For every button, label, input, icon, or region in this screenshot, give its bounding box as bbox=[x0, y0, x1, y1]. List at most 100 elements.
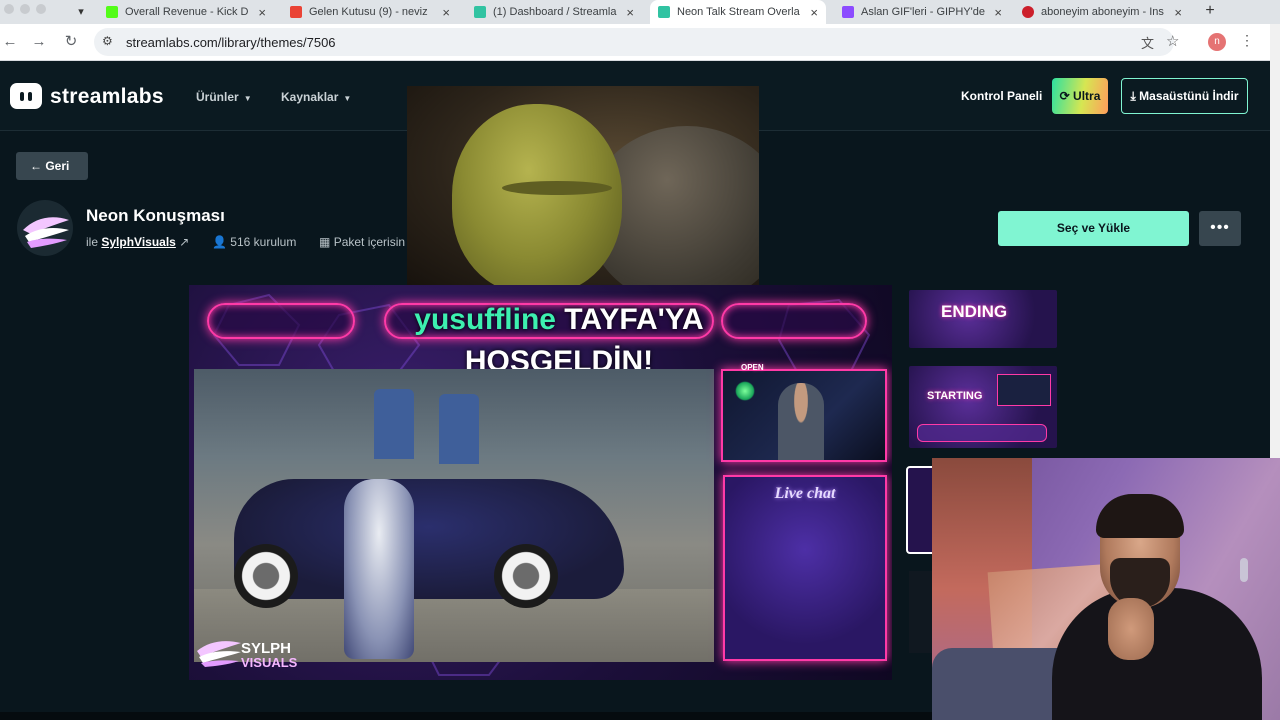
tab-label: (1) Dashboard / Streamla bbox=[493, 6, 617, 18]
more-options-button[interactable]: ••• bbox=[1199, 211, 1241, 246]
forward-arrow-icon[interactable]: → bbox=[29, 32, 49, 52]
portable-toilet bbox=[374, 389, 414, 459]
profile-avatar[interactable]: n bbox=[1208, 33, 1226, 51]
cam-person bbox=[778, 383, 824, 460]
webcam-lamp bbox=[1240, 558, 1248, 582]
theme-title: Neon Konuşması bbox=[86, 206, 225, 225]
close-icon[interactable]: × bbox=[1174, 5, 1182, 20]
wing-logo-icon bbox=[23, 217, 69, 248]
close-icon[interactable]: × bbox=[258, 5, 266, 20]
car-wheel bbox=[494, 544, 558, 608]
streamlabs-logo-icon[interactable] bbox=[10, 83, 42, 109]
streamlabs-favicon-icon bbox=[474, 6, 486, 18]
thumbnail-label: STARTING bbox=[927, 390, 983, 402]
select-and-install-button[interactable]: Seç ve Yükle bbox=[998, 211, 1189, 246]
bookmark-star-icon[interactable]: ☆ bbox=[1166, 32, 1179, 50]
tab-streamlabs-dashboard[interactable]: (1) Dashboard / Streamla × bbox=[466, 0, 642, 24]
sylph-wing-logo-icon bbox=[197, 641, 241, 667]
user-icon: 👤 bbox=[212, 235, 227, 249]
url-text[interactable]: streamlabs.com/library/themes/7506 bbox=[126, 35, 336, 50]
ultra-icon: ⟳ bbox=[1059, 89, 1070, 103]
external-link-icon[interactable]: ↗ bbox=[179, 235, 189, 249]
theme-preview-image[interactable]: yusuffline TAYFA'YA HOŞGELDİN! OPEN Live… bbox=[189, 285, 892, 680]
tab-label: Neon Talk Stream Overla bbox=[677, 6, 800, 18]
portable-toilet bbox=[439, 394, 479, 464]
tab-instagram[interactable]: aboneyim aboneyim - Ins × bbox=[1014, 0, 1190, 24]
cam-light bbox=[735, 381, 755, 401]
gameplay-area bbox=[194, 369, 714, 662]
browser-tab-bar: ▾ Overall Revenue - Kick D × Gelen Kutus… bbox=[0, 0, 1280, 24]
tab-kick[interactable]: Overall Revenue - Kick D × bbox=[98, 0, 274, 24]
car-wheel bbox=[234, 544, 298, 608]
brand-line2: VISUALS bbox=[241, 655, 298, 670]
install-count-text: 516 kurulum bbox=[230, 235, 297, 249]
window-controls[interactable] bbox=[4, 4, 46, 14]
bundle-info: ▦ Paket içerisin bbox=[319, 235, 405, 249]
gif-brow bbox=[502, 181, 612, 195]
close-icon[interactable]: × bbox=[626, 5, 634, 20]
giphy-favicon-icon bbox=[842, 6, 854, 18]
browser-menu-icon[interactable]: ⋮ bbox=[1240, 32, 1254, 49]
thumb-cam bbox=[997, 374, 1051, 406]
tab-label: aboneyim aboneyim - Ins bbox=[1041, 6, 1164, 18]
bottom-edge bbox=[0, 712, 932, 720]
close-icon[interactable]: × bbox=[442, 5, 450, 20]
streamer-webcam-overlay bbox=[932, 458, 1280, 720]
arrow-left-icon: ← bbox=[30, 159, 42, 173]
bundle-text: Paket içerisin bbox=[333, 235, 406, 249]
open-tag: OPEN bbox=[741, 363, 764, 372]
tab-neon-talk-active[interactable]: Neon Talk Stream Overla × bbox=[650, 0, 826, 24]
kick-favicon-icon bbox=[106, 6, 118, 18]
tab-label: Overall Revenue - Kick D bbox=[125, 6, 249, 18]
author-line: ile SylphVisuals ↗ bbox=[86, 235, 189, 249]
chevron-down-icon: ▼ bbox=[343, 94, 352, 103]
tab-giphy[interactable]: Aslan GIF'leri - GIPHY'de × bbox=[834, 0, 1010, 24]
ultra-label: Ultra bbox=[1073, 89, 1101, 103]
tab-label: Gelen Kutusu (9) - neviz bbox=[309, 6, 428, 18]
close-icon[interactable]: × bbox=[810, 5, 818, 20]
nav-resources[interactable]: Kaynaklar ▼ bbox=[281, 90, 351, 104]
ultra-button[interactable]: ⟳ Ultra bbox=[1052, 78, 1108, 114]
download-icon: ⤓ bbox=[1130, 89, 1136, 103]
gif-overlay-image bbox=[407, 86, 759, 285]
tab-label: Aslan GIF'leri - GIPHY'de bbox=[861, 6, 986, 18]
sylph-visuals-brand: SYLPH VISUALS bbox=[241, 641, 298, 670]
back-arrow-icon[interactable]: ← bbox=[0, 32, 20, 52]
back-button[interactable]: ← Geri bbox=[16, 152, 88, 180]
nav-products[interactable]: Ürünler ▼ bbox=[196, 90, 252, 104]
gameplay-character bbox=[344, 479, 414, 659]
thumbnail-partial[interactable] bbox=[909, 571, 933, 653]
thumb-bar bbox=[917, 424, 1047, 442]
dashboard-link[interactable]: Kontrol Paneli bbox=[961, 89, 1042, 103]
nav-products-label: Ürünler bbox=[196, 90, 239, 104]
browser-toolbar: ← → ↻ ⚙ streamlabs.com/library/themes/75… bbox=[0, 24, 1270, 61]
welcome-username: yusuffline bbox=[414, 303, 556, 336]
thumbnail-ending[interactable]: ENDING bbox=[909, 290, 1057, 348]
webcam-frame bbox=[721, 369, 887, 462]
reload-icon[interactable]: ↻ bbox=[61, 32, 81, 52]
instagram-favicon-icon bbox=[1022, 6, 1034, 18]
author-link[interactable]: SylphVisuals bbox=[101, 235, 175, 249]
site-settings-icon[interactable]: ⚙ bbox=[102, 34, 113, 48]
address-bar[interactable]: ⚙ streamlabs.com/library/themes/7506 文 bbox=[94, 28, 1174, 56]
translate-icon[interactable]: 文 bbox=[1141, 33, 1154, 52]
tab-gmail[interactable]: Gelen Kutusu (9) - neviz × bbox=[282, 0, 458, 24]
chevron-down-icon: ▼ bbox=[243, 94, 252, 103]
welcome-rest: TAYFA'YA bbox=[555, 303, 704, 336]
chat-label: Live chat bbox=[774, 485, 836, 502]
webcam-person-hand bbox=[1108, 598, 1154, 660]
nav-resources-label: Kaynaklar bbox=[281, 90, 339, 104]
author-prefix: ile bbox=[86, 235, 99, 249]
gmail-favicon-icon bbox=[290, 6, 302, 18]
streamlabs-favicon-icon bbox=[658, 6, 670, 18]
webcam-person-hair bbox=[1096, 494, 1184, 538]
close-icon[interactable]: × bbox=[994, 5, 1002, 20]
download-label: Masaüstünü İndir bbox=[1139, 89, 1239, 103]
brand-name[interactable]: streamlabs bbox=[50, 85, 164, 109]
thumbnail-starting[interactable]: STARTING bbox=[909, 366, 1057, 448]
new-tab-plus-icon[interactable]: + bbox=[1200, 0, 1220, 24]
creator-avatar[interactable] bbox=[17, 200, 73, 256]
download-desktop-button[interactable]: ⤓ Masaüstünü İndir bbox=[1121, 78, 1248, 114]
install-count: 👤 516 kurulum bbox=[212, 235, 296, 249]
tab-search-chevron-icon[interactable]: ▾ bbox=[72, 4, 90, 20]
